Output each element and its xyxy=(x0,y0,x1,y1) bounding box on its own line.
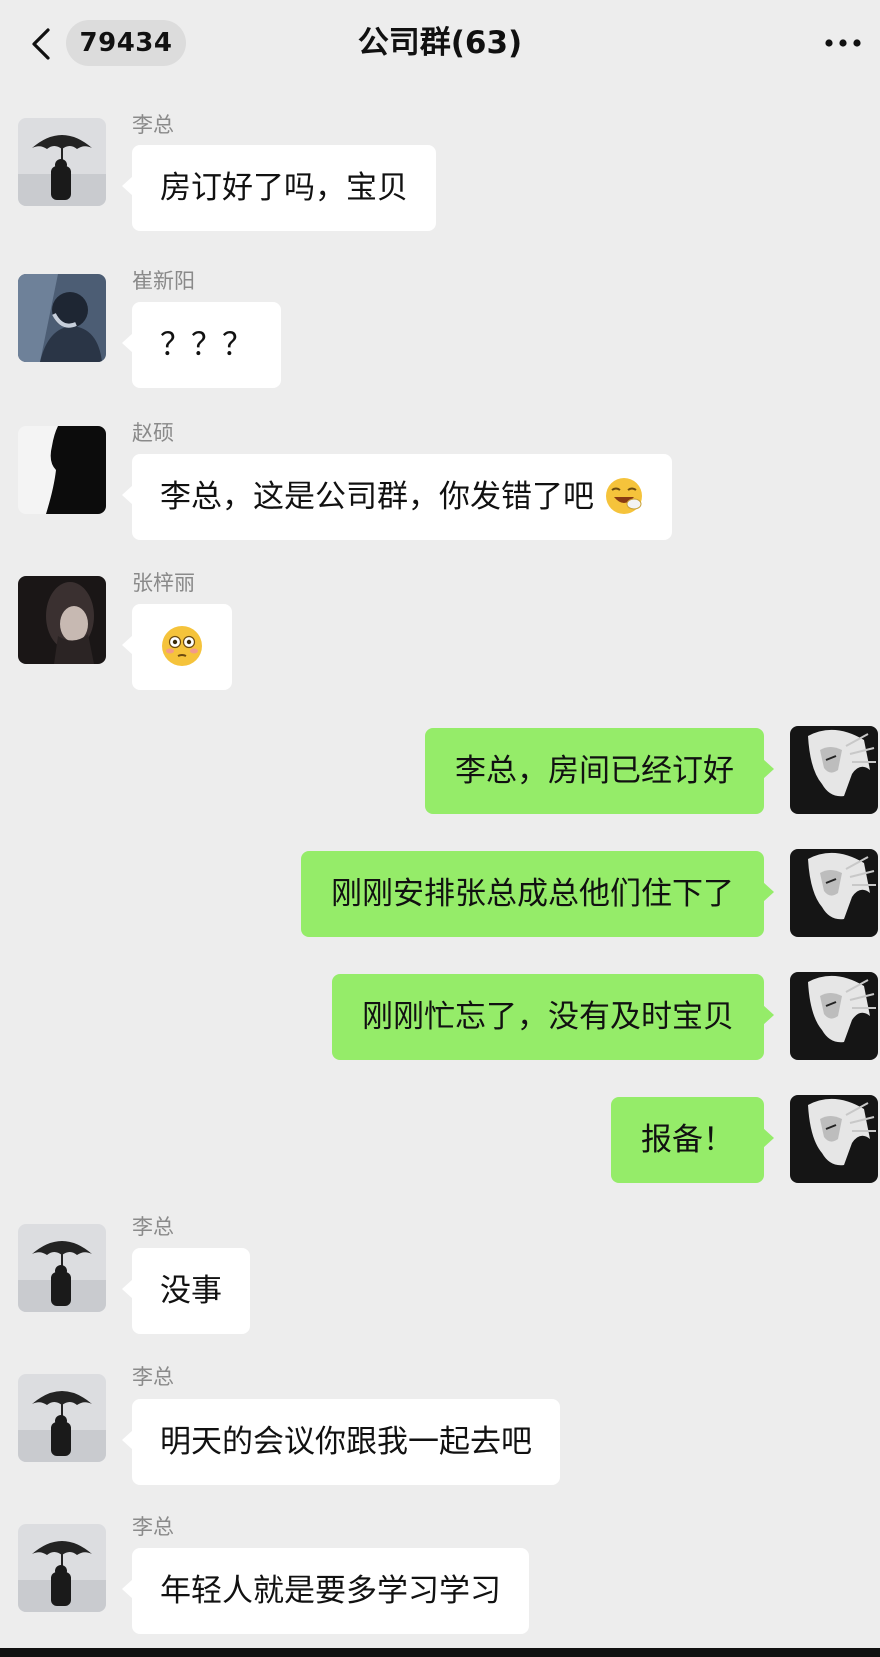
message-text: 刚刚安排张总成总他们住下了 xyxy=(331,876,734,912)
message-text: 李总，这是公司群，你发错了吧 xyxy=(160,479,594,515)
sender-name: 李总 xyxy=(132,1365,174,1389)
bubble-tail xyxy=(763,1005,774,1025)
avatar-dark-portrait[interactable] xyxy=(18,576,106,664)
message-bubble[interactable]: 报备！ xyxy=(611,1097,774,1183)
avatar-umbrella[interactable] xyxy=(18,1374,106,1462)
avatar-self[interactable] xyxy=(790,849,878,937)
avatar-self[interactable] xyxy=(790,972,878,1060)
bubble-tail xyxy=(122,485,133,505)
message-bubble[interactable]: 房订好了吗，宝贝 xyxy=(122,145,436,231)
avatar-umbrella[interactable] xyxy=(18,118,106,206)
message-bubble[interactable]: 李总，房间已经订好 xyxy=(425,728,774,814)
message-text: 年轻人就是要多学习学习 xyxy=(160,1573,501,1609)
bubble-tail xyxy=(763,882,774,902)
sender-name: 张梓丽 xyxy=(132,571,195,595)
message-text: 没事 xyxy=(160,1273,222,1309)
message-bubble[interactable]: 刚刚安排张总成总他们住下了 xyxy=(301,851,774,937)
message-text: 李总，房间已经订好 xyxy=(455,753,734,789)
message-bubble[interactable]: 刚刚忙忘了，没有及时宝贝 xyxy=(332,974,774,1060)
sender-name: 李总 xyxy=(132,1215,174,1239)
bubble-tail xyxy=(122,1579,133,1599)
bubble-tail xyxy=(763,1128,774,1148)
chevron-left-icon[interactable] xyxy=(24,24,60,64)
sender-name: 崔新阳 xyxy=(132,269,195,293)
avatar-self[interactable] xyxy=(790,1095,878,1183)
bubble-tail xyxy=(122,333,133,353)
unread-count-badge[interactable]: 79434 xyxy=(66,20,186,66)
bubble-tail xyxy=(122,1279,133,1299)
message-bubble[interactable]: 年轻人就是要多学习学习 xyxy=(122,1548,529,1634)
message-text: 房订好了吗，宝贝 xyxy=(160,170,408,206)
message-text: 报备！ xyxy=(641,1122,734,1158)
message-bubble[interactable]: 李总，这是公司群，你发错了吧 xyxy=(122,454,672,540)
message-text: 刚刚忙忘了，没有及时宝贝 xyxy=(362,999,734,1035)
sender-name: 李总 xyxy=(132,113,174,137)
message-bubble[interactable] xyxy=(122,604,232,690)
avatar-portrait[interactable] xyxy=(18,274,106,362)
avatar-silhouette[interactable] xyxy=(18,426,106,514)
sender-name: 李总 xyxy=(132,1515,174,1539)
bottom-bar xyxy=(0,1648,880,1657)
bubble-tail xyxy=(122,1430,133,1450)
chat-header: 79434 公司群(63) xyxy=(0,0,880,88)
message-bubble[interactable]: 没事 xyxy=(122,1248,250,1334)
message-bubble[interactable]: ？？？ xyxy=(122,302,281,388)
laughing-emoji-icon xyxy=(605,477,642,514)
bubble-tail xyxy=(122,176,133,196)
avatar-self[interactable] xyxy=(790,726,878,814)
avatar-umbrella[interactable] xyxy=(18,1224,106,1312)
flushed-emoji-icon xyxy=(162,625,202,666)
sender-name: 赵硕 xyxy=(132,421,174,445)
chat-title: 公司群(63) xyxy=(357,25,523,61)
bubble-tail xyxy=(763,759,774,779)
message-text: ？？？ xyxy=(160,327,253,363)
avatar-umbrella[interactable] xyxy=(18,1524,106,1612)
more-dots-icon[interactable] xyxy=(818,26,868,60)
message-text: 明天的会议你跟我一起去吧 xyxy=(160,1424,532,1460)
bubble-tail xyxy=(122,635,133,655)
message-bubble[interactable]: 明天的会议你跟我一起去吧 xyxy=(122,1399,560,1485)
